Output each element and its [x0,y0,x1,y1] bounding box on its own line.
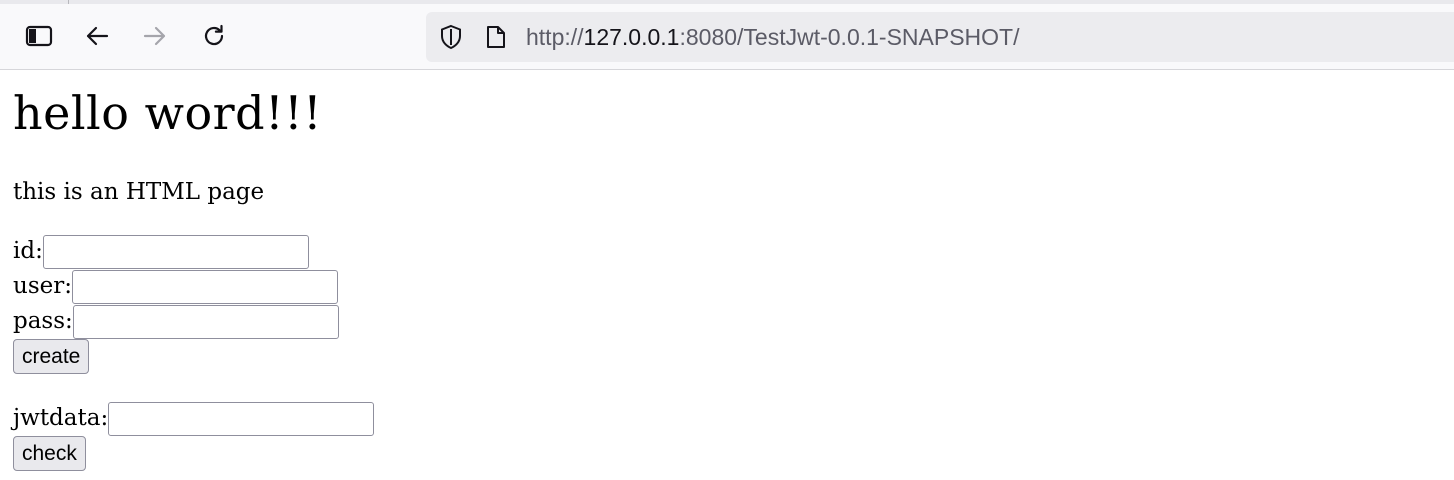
id-row: id: [13,234,309,269]
sidebar-toggle-button[interactable] [21,18,57,54]
user-row: user: [13,269,338,304]
tab-divider [68,0,69,4]
back-button[interactable] [79,18,115,54]
pass-input[interactable] [72,304,339,339]
pass-label: pass: [13,308,73,334]
forward-arrow-icon [142,24,168,48]
create-button[interactable]: create [13,339,90,374]
id-label: id: [13,238,43,264]
back-arrow-icon [84,24,110,48]
url-bar[interactable]: http://127.0.0.1:8080/TestJwt-0.0.1-SNAP… [426,12,1454,62]
pass-row: pass: [13,304,339,339]
tab-strip [0,0,1454,4]
reload-icon [201,23,227,49]
reload-button[interactable] [196,18,232,54]
user-input[interactable] [71,269,338,304]
page-icon[interactable] [483,24,509,50]
url-scheme: http:// [526,24,584,50]
user-label: user: [13,273,72,299]
jwtdata-row: jwtdata: [13,401,375,436]
intro-text: this is an HTML page [13,179,265,205]
browser-toolbar: http://127.0.0.1:8080/TestJwt-0.0.1-SNAP… [0,0,1454,70]
jwtdata-input[interactable] [108,401,375,436]
sidebar-icon [25,24,53,48]
check-button[interactable]: check [13,436,86,471]
page-content: hello word!!! this is an HTML page id: u… [0,71,1454,480]
url-host: 127.0.0.1 [583,24,680,50]
page-heading: hello word!!! [13,86,323,140]
id-input[interactable] [42,234,309,269]
forward-button[interactable] [137,18,173,54]
shield-icon[interactable] [438,24,464,50]
url-text[interactable]: http://127.0.0.1:8080/TestJwt-0.0.1-SNAP… [526,12,1019,62]
jwtdata-label: jwtdata: [13,405,109,431]
url-path: :8080/TestJwt-0.0.1-SNAPSHOT/ [679,24,1020,50]
